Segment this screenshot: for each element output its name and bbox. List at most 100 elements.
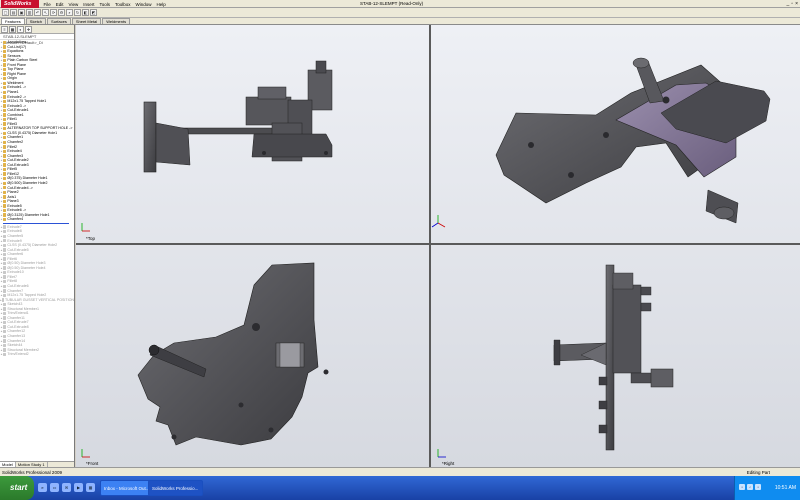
ie-icon[interactable]: e: [38, 483, 47, 492]
tab-sketch[interactable]: Sketch: [25, 18, 47, 24]
task-solidworks[interactable]: SolidWorks Professio...: [148, 480, 203, 496]
feature-icon: [3, 81, 7, 85]
tab-surfaces[interactable]: Surfaces: [47, 18, 71, 24]
feature-icon: [3, 136, 7, 140]
mail-icon[interactable]: ✉: [62, 483, 71, 492]
menu-tools[interactable]: Tools: [97, 2, 113, 7]
task-outlook[interactable]: Inbox - Microsoft Out...: [100, 480, 155, 496]
menu-insert[interactable]: Insert: [81, 2, 97, 7]
triad-iso-icon: [431, 215, 446, 228]
feature-icon: [3, 49, 7, 54]
feature-icon: [3, 99, 7, 104]
tree-item-label: Trim/Extend2: [7, 352, 29, 357]
menu-window[interactable]: Window: [133, 2, 154, 7]
menu-edit[interactable]: Edit: [53, 2, 66, 7]
feature-icon: [3, 234, 7, 238]
feature-icon: [3, 104, 7, 108]
tab-weldments[interactable]: Weldments: [102, 18, 131, 24]
tab-sheet-metal[interactable]: Sheet Metal: [71, 18, 102, 24]
feature-icon: [3, 131, 7, 135]
feature-tree-icon[interactable]: ≡: [1, 25, 8, 33]
viewport-divider-horizontal[interactable]: [76, 243, 800, 245]
feature-icon: [3, 352, 7, 357]
feature-icon: [3, 63, 7, 67]
feature-icon: [3, 95, 7, 99]
feature-icon: [3, 163, 7, 167]
part-top-view[interactable]: [143, 60, 333, 173]
feature-icon: [3, 58, 7, 63]
feature-icon: [3, 289, 7, 293]
network-icon[interactable]: ▪: [739, 484, 745, 490]
new-icon[interactable]: ▢: [2, 9, 9, 16]
zoom-icon[interactable]: ⌕: [66, 9, 73, 16]
feature-icon: [3, 293, 7, 298]
feature-icon: [3, 172, 7, 176]
open-icon[interactable]: ▤: [10, 9, 17, 16]
feature-icon: [3, 108, 7, 113]
graphics-area[interactable]: *Top *Front *Right: [76, 25, 800, 467]
feature-icon: [3, 339, 7, 343]
feature-icon: [3, 145, 7, 149]
folder-icon[interactable]: ▭: [50, 483, 59, 492]
view-icon[interactable]: ◧: [82, 9, 89, 16]
property-manager-icon[interactable]: ▦: [9, 25, 16, 33]
feature-icon: [3, 325, 7, 329]
menu-toolbox[interactable]: Toolbox: [113, 2, 134, 7]
triad-right-icon: [437, 449, 446, 458]
menu-help[interactable]: Help: [154, 2, 168, 7]
rebuild-icon[interactable]: ⟳: [50, 9, 57, 16]
menu-file[interactable]: File: [41, 2, 53, 7]
dim-expert-icon[interactable]: ✛: [25, 25, 32, 33]
configuration-icon[interactable]: ◐: [17, 25, 24, 33]
menu-view[interactable]: View: [66, 2, 81, 7]
options-icon[interactable]: ⚙: [58, 9, 65, 16]
command-manager-tabs: Features Sketch Surfaces Sheet Metal Wel…: [0, 18, 800, 25]
security-icon[interactable]: ▪: [755, 484, 761, 490]
feature-icon: [3, 149, 7, 154]
triad-top-icon: [81, 223, 90, 232]
viewport-divider-vertical[interactable]: [429, 25, 431, 467]
close-icon[interactable]: ×: [795, 1, 798, 7]
document-title: STAB-12-SLEMPT (Read-Only): [360, 1, 424, 6]
solidworks-logo[interactable]: SolidWorks: [1, 0, 39, 8]
save-icon[interactable]: ▣: [18, 9, 25, 16]
feature-icon: [3, 204, 7, 208]
menu-bar: File Edit View Insert Tools Toolbox Wind…: [41, 0, 168, 8]
rotate-icon[interactable]: ↻: [74, 9, 81, 16]
select-icon[interactable]: ↖: [42, 9, 49, 16]
feature-icon: [3, 302, 7, 307]
feature-icon: [3, 320, 7, 325]
restore-icon[interactable]: ▫: [791, 1, 793, 7]
feature-icon: [3, 167, 7, 172]
part-right-view[interactable]: [553, 264, 674, 451]
feature-tree: + Annotations + Cut-List(17) + Equations + Sens…: [0, 40, 74, 357]
media-icon[interactable]: ▶: [74, 483, 83, 492]
feature-icon: [3, 54, 7, 58]
feature-icon: [3, 158, 7, 163]
feature-icon: [3, 126, 7, 131]
feature-manager-panel: ≡ ▦ ◐ ✛ STAB-12-SLEMPT (Default<<Default…: [0, 25, 75, 467]
triad-front-icon: [81, 449, 90, 458]
feature-icon: [3, 199, 7, 204]
standard-toolbar: ▢ ▤ ▣ ▥ ↶ ↖ ⟳ ⚙ ⌕ ↻ ◧ ◩: [0, 8, 800, 18]
feature-icon: [3, 176, 7, 181]
feature-icon: [3, 195, 7, 199]
part-isometric-view[interactable]: [495, 57, 771, 224]
tree-item-label: Chamfer4: [7, 217, 24, 222]
volume-icon[interactable]: ♪: [747, 484, 753, 490]
part-front-view[interactable]: [137, 262, 329, 446]
display-icon[interactable]: ◩: [90, 9, 97, 16]
print-icon[interactable]: ▥: [26, 9, 33, 16]
desktop-icon[interactable]: ▦: [86, 483, 95, 492]
start-button[interactable]: start: [0, 476, 34, 500]
feature-icon: [3, 343, 7, 348]
minimize-icon[interactable]: _: [787, 1, 790, 7]
feature-icon: [3, 181, 7, 185]
tab-features[interactable]: Features: [1, 18, 25, 24]
feature-icon: [3, 316, 7, 320]
tree-item[interactable]: + Trim/Extend2: [0, 352, 74, 357]
quick-launch: e ▭ ✉ ▶ ▦: [38, 483, 95, 492]
feature-icon: [3, 113, 7, 117]
feature-icon: [3, 348, 7, 352]
undo-icon[interactable]: ↶: [34, 9, 41, 16]
